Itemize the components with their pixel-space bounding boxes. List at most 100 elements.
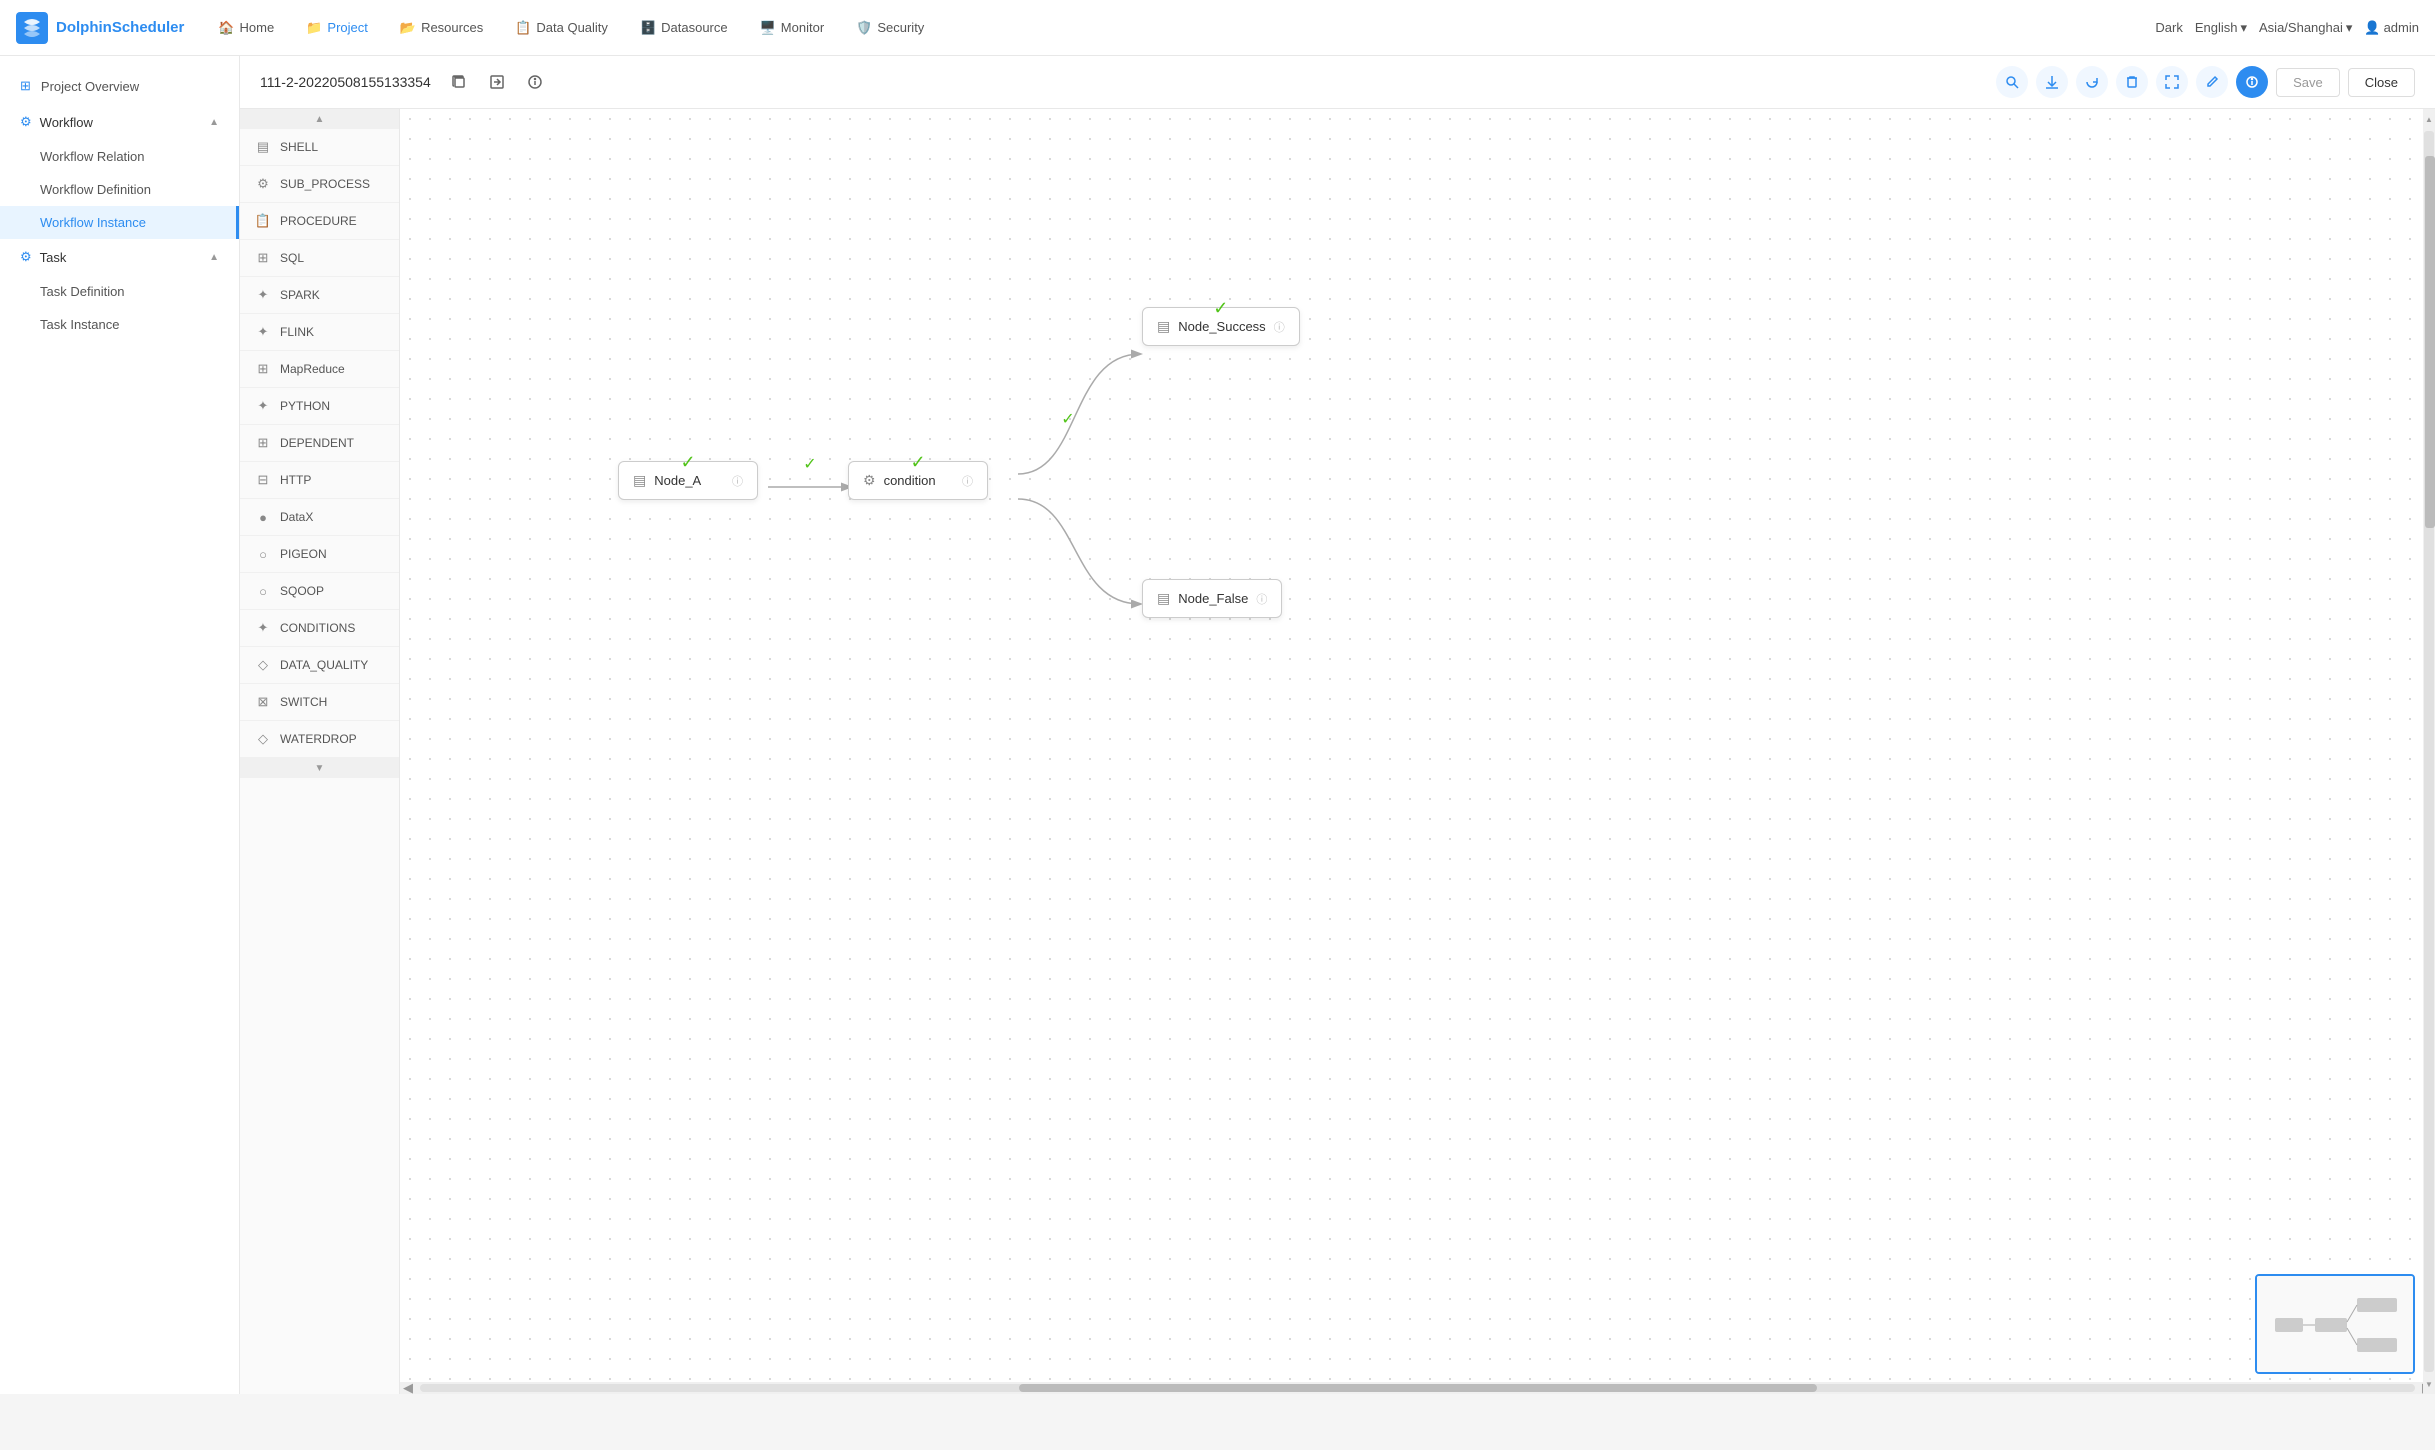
nav-data-quality[interactable]: 📋 Data Quality bbox=[501, 14, 622, 42]
close-button[interactable]: Close bbox=[2348, 68, 2415, 97]
task-item-pigeon[interactable]: ○ PIGEON bbox=[240, 536, 399, 573]
horizontal-scrollbar[interactable]: ◀ ▶ bbox=[400, 1382, 2435, 1394]
nav-datasource[interactable]: 🗄️ Datasource bbox=[626, 14, 742, 42]
dag-info-button[interactable] bbox=[2236, 66, 2268, 98]
node-a-info-icon[interactable]: ⓘ bbox=[732, 473, 743, 489]
task-item-conditions[interactable]: ✦ CONDITIONS bbox=[240, 610, 399, 647]
nav-resources[interactable]: 📂 Resources bbox=[386, 14, 497, 42]
task-panel-scroll-up[interactable]: ▲ bbox=[240, 109, 399, 129]
node-success-info-icon[interactable]: ⓘ bbox=[1274, 319, 1285, 335]
waterdrop-icon: ◇ bbox=[254, 730, 272, 748]
copy-button[interactable] bbox=[445, 68, 473, 96]
sidebar-section-workflow[interactable]: ⚙ Workflow ▲ bbox=[0, 104, 239, 140]
logo: DolphinScheduler bbox=[16, 12, 184, 44]
pigeon-icon: ○ bbox=[254, 545, 272, 563]
region-chevron-icon: ▾ bbox=[2346, 20, 2353, 36]
minimap-svg bbox=[2257, 1276, 2413, 1372]
node-a-success-badge: ✓ bbox=[680, 452, 695, 473]
node-success-icon: ▤ bbox=[1157, 318, 1170, 335]
toolbar-right: Save Close bbox=[1996, 66, 2415, 98]
zoom-search-button[interactable] bbox=[1996, 66, 2028, 98]
edit-button[interactable] bbox=[2196, 66, 2228, 98]
hscroll-thumb[interactable] bbox=[1019, 1384, 1817, 1392]
shell-icon: ▤ bbox=[254, 138, 272, 156]
sidebar-item-task-definition[interactable]: Task Definition bbox=[0, 275, 239, 308]
node-success-badge: ✓ bbox=[1213, 298, 1228, 319]
task-item-dependent[interactable]: ⊞ DEPENDENT bbox=[240, 425, 399, 462]
fullscreen-button[interactable] bbox=[2156, 66, 2188, 98]
spark-icon: ✦ bbox=[254, 286, 272, 304]
conditions-icon: ✦ bbox=[254, 619, 272, 637]
task-item-spark[interactable]: ✦ SPARK bbox=[240, 277, 399, 314]
nav-project[interactable]: 📁 Project bbox=[292, 14, 382, 42]
task-item-sub-process[interactable]: ⚙ SUB_PROCESS bbox=[240, 166, 399, 203]
export-button[interactable] bbox=[483, 68, 511, 96]
node-false-info-icon[interactable]: ⓘ bbox=[1256, 591, 1267, 607]
save-button[interactable]: Save bbox=[2276, 68, 2340, 97]
sidebar-item-task-instance[interactable]: Task Instance bbox=[0, 308, 239, 341]
task-item-sqoop[interactable]: ○ SQOOP bbox=[240, 573, 399, 610]
task-item-switch[interactable]: ⊠ SWITCH bbox=[240, 684, 399, 721]
mapreduce-icon: ⊞ bbox=[254, 360, 272, 378]
minimap-content bbox=[2257, 1276, 2413, 1372]
vertical-scrollbar[interactable]: ▲ ▼ bbox=[2423, 109, 2435, 1394]
svg-text:✓: ✓ bbox=[803, 456, 816, 473]
download-button[interactable] bbox=[2036, 66, 2068, 98]
theme-toggle[interactable]: Dark bbox=[2155, 20, 2182, 35]
user-menu[interactable]: 👤 admin bbox=[2364, 20, 2419, 36]
condition-node[interactable]: ⚙ condition ⓘ ✓ bbox=[848, 461, 988, 500]
task-panel-scroll-down[interactable]: ▼ bbox=[240, 758, 399, 778]
sidebar: ⊞ Project Overview ⚙ Workflow ▲ Workflow… bbox=[0, 56, 240, 1394]
node-false-icon: ▤ bbox=[1157, 590, 1170, 607]
workflow-id: 111-2-20220508155133354 bbox=[260, 74, 431, 90]
task-item-datax[interactable]: ● DataX bbox=[240, 499, 399, 536]
minimap bbox=[2255, 1274, 2415, 1374]
info-button[interactable] bbox=[521, 68, 549, 96]
svg-text:✓: ✓ bbox=[1061, 411, 1074, 428]
nav-monitor[interactable]: 🖥️ Monitor bbox=[746, 14, 839, 42]
main-content: 111-2-20220508155133354 bbox=[240, 56, 2435, 1394]
home-icon: 🏠 bbox=[218, 20, 234, 36]
node-a-label: Node_A bbox=[654, 473, 724, 488]
datasource-icon: 🗄️ bbox=[640, 20, 656, 36]
sidebar-section-task[interactable]: ⚙ Task ▲ bbox=[0, 239, 239, 275]
switch-icon: ⊠ bbox=[254, 693, 272, 711]
task-item-data-quality[interactable]: ◇ DATA_QUALITY bbox=[240, 647, 399, 684]
dependent-icon: ⊞ bbox=[254, 434, 272, 452]
http-icon: ⊟ bbox=[254, 471, 272, 489]
vscroll-thumb[interactable] bbox=[2425, 156, 2435, 528]
sql-icon: ⊞ bbox=[254, 249, 272, 267]
task-item-mapreduce[interactable]: ⊞ MapReduce bbox=[240, 351, 399, 388]
dag-canvas[interactable]: ✓ ✓ ▤ Node_A ⓘ ✓ ⚙ condition ⓘ ✓ bbox=[400, 109, 2435, 1394]
sidebar-item-project-overview[interactable]: ⊞ Project Overview bbox=[0, 68, 239, 104]
datax-icon: ● bbox=[254, 508, 272, 526]
task-item-python[interactable]: ✦ PYTHON bbox=[240, 388, 399, 425]
sidebar-item-workflow-definition[interactable]: Workflow Definition bbox=[0, 173, 239, 206]
condition-info-icon[interactable]: ⓘ bbox=[962, 473, 973, 489]
node-success[interactable]: ▤ Node_Success ⓘ ✓ bbox=[1142, 307, 1300, 346]
task-item-sql[interactable]: ⊞ SQL bbox=[240, 240, 399, 277]
nav-security[interactable]: 🛡️ Security bbox=[842, 14, 938, 42]
app-name: DolphinScheduler bbox=[56, 19, 184, 36]
sidebar-item-workflow-relation[interactable]: Workflow Relation bbox=[0, 140, 239, 173]
delete-button[interactable] bbox=[2116, 66, 2148, 98]
sub-process-icon: ⚙ bbox=[254, 175, 272, 193]
node-false[interactable]: ▤ Node_False ⓘ bbox=[1142, 579, 1282, 618]
language-selector[interactable]: English ▾ bbox=[2195, 20, 2247, 36]
condition-label: condition bbox=[884, 473, 954, 488]
nav-right: Dark English ▾ Asia/Shanghai ▾ 👤 admin bbox=[2155, 20, 2419, 36]
nav-home[interactable]: 🏠 Home bbox=[204, 14, 288, 42]
top-navigation: DolphinScheduler 🏠 Home 📁 Project 📂 Reso… bbox=[0, 0, 2435, 56]
task-item-shell[interactable]: ▤ SHELL bbox=[240, 129, 399, 166]
task-item-waterdrop[interactable]: ◇ WATERDROP bbox=[240, 721, 399, 758]
task-item-flink[interactable]: ✦ FLINK bbox=[240, 314, 399, 351]
node-a[interactable]: ▤ Node_A ⓘ ✓ bbox=[618, 461, 758, 500]
dag-arrows: ✓ ✓ bbox=[400, 109, 2435, 1394]
region-selector[interactable]: Asia/Shanghai ▾ bbox=[2259, 20, 2352, 36]
sidebar-item-workflow-instance[interactable]: Workflow Instance bbox=[0, 206, 239, 239]
refresh-button[interactable] bbox=[2076, 66, 2108, 98]
task-item-http[interactable]: ⊟ HTTP bbox=[240, 462, 399, 499]
data-quality-icon: 📋 bbox=[515, 20, 531, 36]
task-item-procedure[interactable]: 📋 PROCEDURE bbox=[240, 203, 399, 240]
flink-icon: ✦ bbox=[254, 323, 272, 341]
